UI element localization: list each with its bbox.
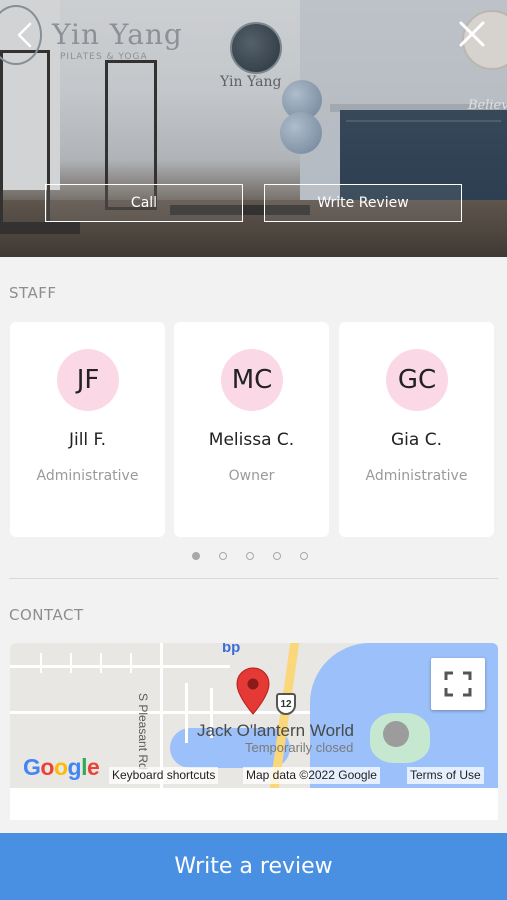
staff-card[interactable]: JF Jill F. Administrative — [10, 322, 165, 537]
staff-name: Gia C. — [391, 430, 442, 450]
staff-role: Administrative — [365, 468, 468, 484]
avatar: MC — [221, 349, 283, 411]
avatar: JF — [57, 349, 119, 411]
route-shield: 12 — [276, 693, 296, 715]
map-street-label: S Pleasant Rd — [136, 693, 150, 770]
map-data-attribution: Map data ©2022 Google — [243, 767, 380, 784]
map[interactable]: S Pleasant Rd bp 12 Jack O'lantern World… — [10, 643, 498, 788]
keyboard-shortcuts-link[interactable]: Keyboard shortcuts — [109, 767, 219, 784]
pagination-dot[interactable] — [192, 552, 200, 560]
pagination-dot[interactable] — [219, 552, 227, 560]
staff-name: Jill F. — [68, 430, 107, 450]
pagination-dot[interactable] — [273, 552, 281, 560]
pagination-dot[interactable] — [246, 552, 254, 560]
close-icon[interactable] — [456, 18, 488, 50]
write-review-button[interactable]: Write Review — [264, 184, 462, 222]
map-road — [130, 653, 132, 673]
map-road — [10, 665, 230, 668]
write-a-review-button[interactable]: Write a review — [0, 833, 507, 900]
map-poi-status: Temporarily closed — [245, 740, 354, 755]
map-road — [70, 653, 72, 673]
staff-role: Owner — [228, 468, 275, 484]
back-icon[interactable] — [8, 18, 42, 52]
staff-name: Melissa C. — [208, 430, 295, 450]
staff-role: Administrative — [36, 468, 139, 484]
fullscreen-button[interactable] — [431, 658, 485, 710]
staff-card[interactable]: MC Melissa C. Owner — [174, 322, 329, 537]
google-logo: Google — [23, 754, 100, 780]
map-poi-name: Jack O'lantern World — [197, 721, 354, 740]
staff-section-title: STAFF — [9, 284, 57, 302]
fullscreen-icon — [444, 671, 472, 697]
terms-of-use-link[interactable]: Terms of Use — [407, 767, 484, 784]
map-road — [40, 653, 42, 673]
avatar: GC — [386, 349, 448, 411]
carousel-pagination — [192, 552, 308, 560]
map-card: S Pleasant Rd bp 12 Jack O'lantern World… — [10, 643, 498, 820]
section-divider — [9, 578, 498, 579]
map-bp-label: bp — [222, 643, 241, 656]
map-poi-icon — [383, 721, 409, 747]
call-button[interactable]: Call — [45, 184, 243, 222]
pagination-dot[interactable] — [300, 552, 308, 560]
location-pin-icon — [236, 667, 270, 715]
staff-card[interactable]: GC Gia C. Administrative — [339, 322, 494, 537]
contact-section-title: CONTACT — [9, 606, 84, 624]
map-road — [185, 683, 188, 743]
map-road — [100, 653, 102, 673]
